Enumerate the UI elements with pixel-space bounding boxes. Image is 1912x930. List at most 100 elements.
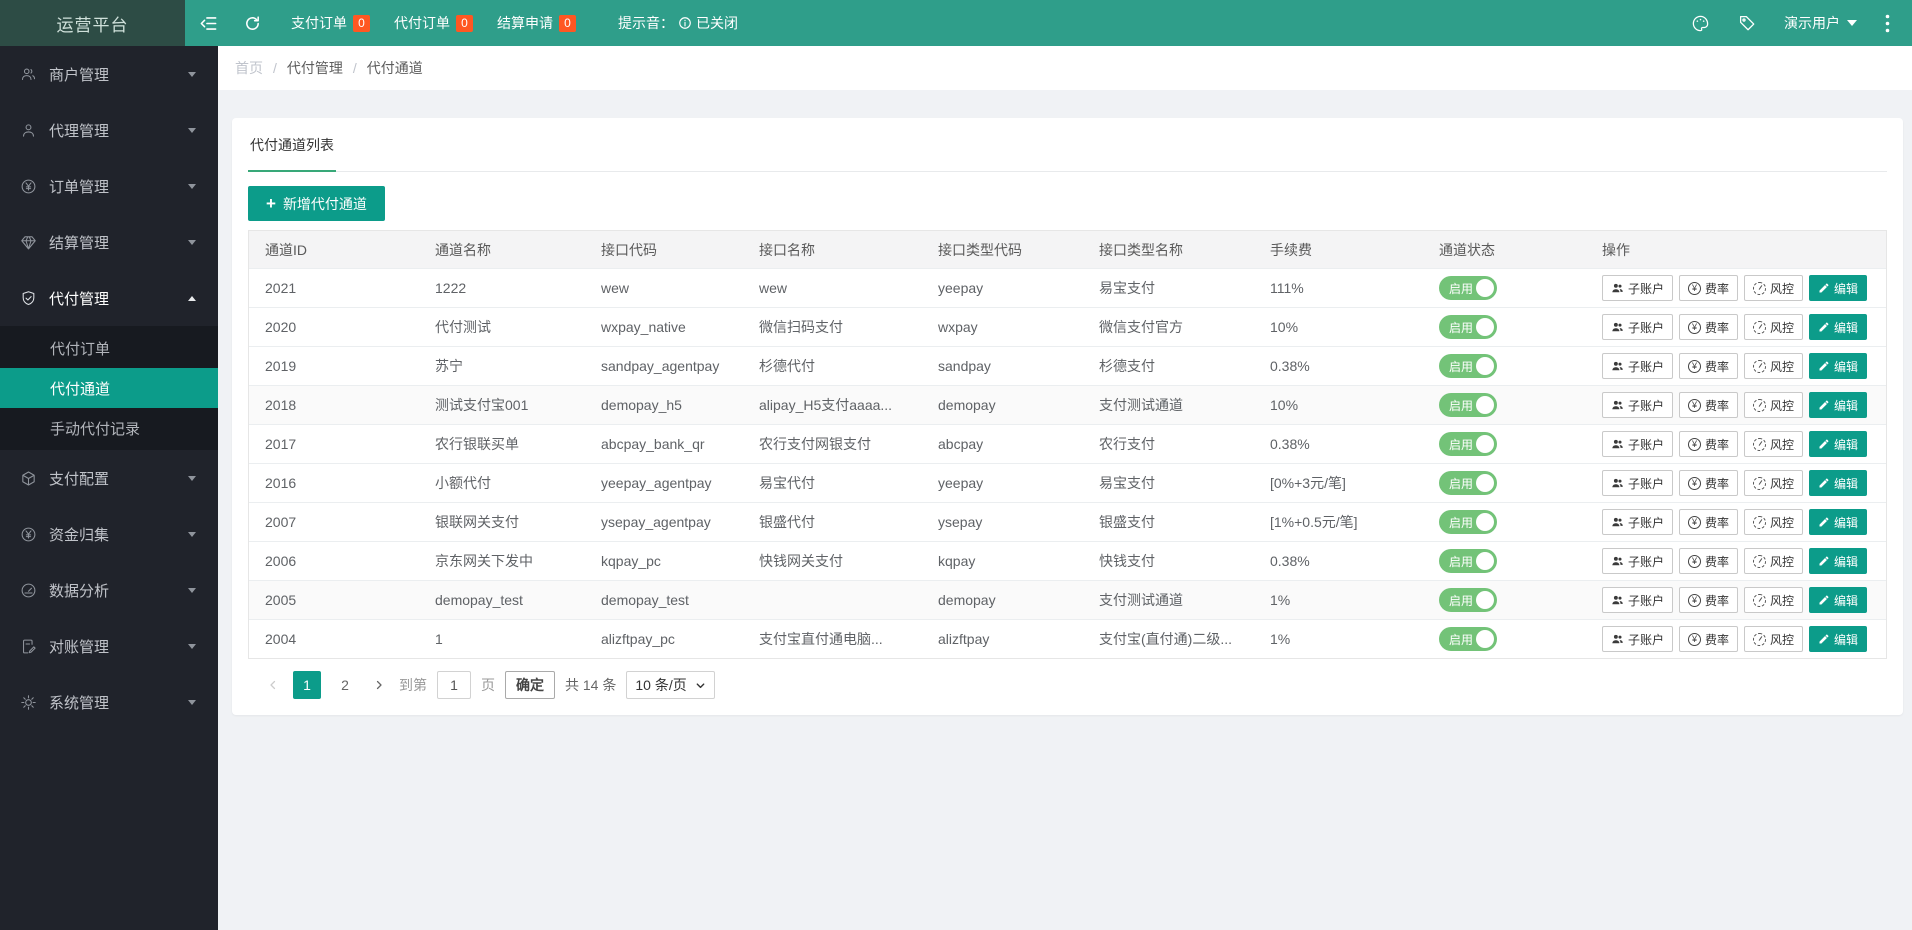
- subaccount-button[interactable]: 子账户: [1602, 626, 1674, 652]
- cell-api-name: 杉德代付: [759, 358, 815, 374]
- rate-button[interactable]: ¥ 费率: [1679, 587, 1739, 613]
- subaccount-button[interactable]: 子账户: [1602, 314, 1674, 340]
- channel-status-toggle[interactable]: 启用: [1439, 432, 1497, 456]
- sidebar-item-fund-collection[interactable]: 资金归集: [0, 506, 218, 562]
- page-button-2[interactable]: 2: [331, 671, 359, 699]
- rate-button[interactable]: ¥ 费率: [1679, 392, 1739, 418]
- rate-button[interactable]: ¥ 费率: [1679, 470, 1739, 496]
- sidebar-item-merchant-management[interactable]: 商户管理: [0, 46, 218, 102]
- rate-button[interactable]: ¥ 费率: [1679, 626, 1739, 652]
- sidebar-item-agent-management[interactable]: 代理管理: [0, 102, 218, 158]
- channel-status-toggle[interactable]: 启用: [1439, 276, 1497, 300]
- risk-control-button[interactable]: 风控: [1744, 626, 1804, 652]
- edit-button[interactable]: 编辑: [1809, 548, 1868, 574]
- rate-button[interactable]: ¥ 费率: [1679, 509, 1739, 535]
- risk-control-button[interactable]: 风控: [1744, 509, 1804, 535]
- goto-confirm-button[interactable]: 确定: [505, 671, 555, 699]
- tab-payment-orders[interactable]: 支付订单 0: [291, 13, 370, 33]
- next-page-icon[interactable]: [369, 671, 389, 699]
- subaccount-button[interactable]: 子账户: [1602, 548, 1674, 574]
- edit-button[interactable]: 编辑: [1809, 392, 1868, 418]
- edit-button[interactable]: 编辑: [1809, 626, 1868, 652]
- toggle-label: 启用: [1449, 320, 1474, 335]
- sidebar-item-payout-management[interactable]: 代付管理: [0, 270, 218, 326]
- subaccount-button[interactable]: 子账户: [1602, 353, 1674, 379]
- edit-button[interactable]: 编辑: [1809, 275, 1868, 301]
- edit-button[interactable]: 编辑: [1809, 353, 1868, 379]
- subaccount-button[interactable]: 子账户: [1602, 587, 1674, 613]
- tab-settlement-requests[interactable]: 结算申请 0: [497, 13, 576, 33]
- yen-circle-icon: ¥: [1688, 398, 1702, 412]
- user-menu[interactable]: 演示用户: [1784, 13, 1857, 33]
- sidebar-collapse-icon[interactable]: [199, 14, 218, 33]
- chevron-down-icon: [696, 682, 705, 688]
- shield-check-icon: [22, 290, 35, 305]
- page-button-1[interactable]: 1: [293, 671, 321, 699]
- breadcrumb-payout-management[interactable]: 代付管理: [287, 58, 343, 78]
- add-payout-channel-button[interactable]: + 新增代付通道: [248, 186, 385, 221]
- sidebar-item-settlement-management[interactable]: 结算管理: [0, 214, 218, 270]
- cell-channel-name: 京东网关下发中: [435, 553, 533, 569]
- edit-button[interactable]: 编辑: [1809, 470, 1868, 496]
- channel-status-toggle[interactable]: 启用: [1439, 393, 1497, 417]
- sidebar-item-payout-orders[interactable]: 代付订单: [0, 328, 218, 368]
- subaccount-button[interactable]: 子账户: [1602, 275, 1674, 301]
- sidebar-item-reconciliation[interactable]: 对账管理: [0, 618, 218, 674]
- theme-palette-icon[interactable]: [1691, 14, 1710, 33]
- channel-status-toggle[interactable]: 启用: [1439, 588, 1497, 612]
- channel-status-toggle[interactable]: 启用: [1439, 315, 1497, 339]
- subaccount-button[interactable]: 子账户: [1602, 470, 1674, 496]
- rate-button[interactable]: ¥ 费率: [1679, 548, 1739, 574]
- edit-label: 编辑: [1834, 554, 1859, 569]
- risk-control-button[interactable]: 风控: [1744, 392, 1804, 418]
- rate-button[interactable]: ¥ 费率: [1679, 431, 1739, 457]
- risk-control-button[interactable]: 风控: [1744, 431, 1804, 457]
- risk-control-button[interactable]: 风控: [1744, 275, 1804, 301]
- sidebar-item-payment-config[interactable]: 支付配置: [0, 450, 218, 506]
- subaccount-button[interactable]: 子账户: [1602, 431, 1674, 457]
- prev-page-icon[interactable]: [263, 671, 283, 699]
- risk-control-button[interactable]: 风控: [1744, 314, 1804, 340]
- rate-button[interactable]: ¥ 费率: [1679, 314, 1739, 340]
- yen-circle-icon: ¥: [1688, 476, 1702, 490]
- edit-button[interactable]: 编辑: [1809, 314, 1868, 340]
- cell-type-code: wxpay: [938, 319, 978, 335]
- breadcrumb-home[interactable]: 首页: [235, 58, 263, 78]
- tag-icon[interactable]: [1738, 14, 1756, 32]
- tab-payout-orders[interactable]: 代付订单 0: [394, 13, 473, 33]
- sidebar-submenu-payout: 代付订单 代付通道 手动代付记录: [0, 326, 218, 450]
- cell-type-code: sandpay: [938, 358, 991, 374]
- channel-status-toggle[interactable]: 启用: [1439, 510, 1497, 534]
- channel-status-toggle[interactable]: 启用: [1439, 549, 1497, 573]
- tab-payout-channel-list[interactable]: 代付通道列表: [248, 118, 336, 172]
- risk-control-button[interactable]: 风控: [1744, 353, 1804, 379]
- refresh-icon[interactable]: [244, 15, 261, 32]
- goto-page-input[interactable]: [437, 671, 471, 699]
- channel-status-toggle[interactable]: 启用: [1439, 354, 1497, 378]
- sidebar-item-manual-payout-records[interactable]: 手动代付记录: [0, 408, 218, 448]
- per-page-select[interactable]: 10 条/页: [626, 671, 715, 699]
- kebab-menu-icon[interactable]: [1885, 14, 1890, 33]
- rate-button[interactable]: ¥ 费率: [1679, 275, 1739, 301]
- table-row: 2020 代付测试 wxpay_native 微信扫码支付 wxpay 微信支付…: [249, 307, 1886, 346]
- subaccount-label: 子账户: [1628, 554, 1665, 569]
- risk-control-button[interactable]: 风控: [1744, 587, 1804, 613]
- edit-button[interactable]: 编辑: [1809, 509, 1868, 535]
- rate-button[interactable]: ¥ 费率: [1679, 353, 1739, 379]
- sidebar-item-system-management[interactable]: 系统管理: [0, 674, 218, 730]
- chevron-down-icon: [188, 587, 196, 593]
- edit-button[interactable]: 编辑: [1809, 431, 1868, 457]
- risk-control-button[interactable]: 风控: [1744, 548, 1804, 574]
- risk-control-button[interactable]: 风控: [1744, 470, 1804, 496]
- channel-status-toggle[interactable]: 启用: [1439, 471, 1497, 495]
- sidebar-item-order-management[interactable]: 订单管理: [0, 158, 218, 214]
- sidebar-item-data-analytics[interactable]: 数据分析: [0, 562, 218, 618]
- edit-label: 编辑: [1834, 515, 1859, 530]
- breadcrumb-payout-channels[interactable]: 代付通道: [367, 58, 423, 78]
- sound-toggle[interactable]: 提示音： 已关闭: [618, 13, 738, 33]
- subaccount-button[interactable]: 子账户: [1602, 509, 1674, 535]
- subaccount-button[interactable]: 子账户: [1602, 392, 1674, 418]
- edit-button[interactable]: 编辑: [1809, 587, 1868, 613]
- channel-status-toggle[interactable]: 启用: [1439, 627, 1497, 651]
- sidebar-item-payout-channels[interactable]: 代付通道: [0, 368, 218, 408]
